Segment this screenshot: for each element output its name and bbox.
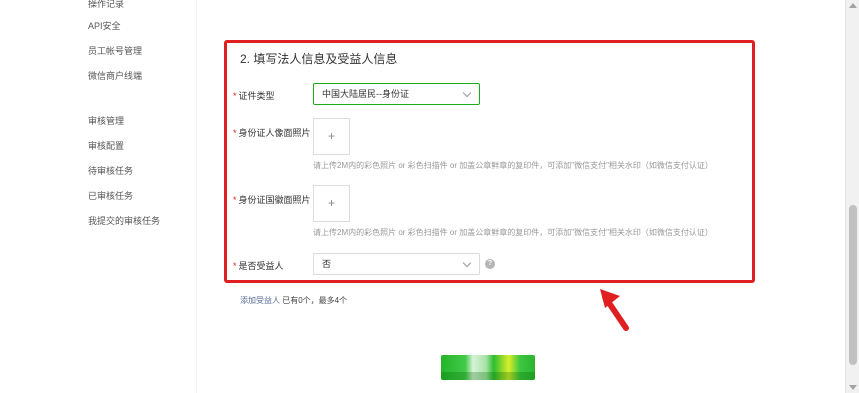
scroll-up-icon[interactable]	[849, 3, 857, 8]
sidebar-item-api-security[interactable]: API安全	[88, 19, 121, 32]
sidebar-item-wechat-merchant[interactable]: 微信商户线端	[88, 69, 142, 82]
scroll-down-icon[interactable]	[849, 385, 857, 390]
sidebar-item-my-submitted-tasks[interactable]: 我提交的审核任务	[88, 214, 160, 227]
sidebar-item-operation-log[interactable]: 操作记录	[88, 0, 124, 10]
scrollbar[interactable]	[845, 0, 859, 393]
sidebar-item-reviewed-tasks[interactable]: 已审核任务	[88, 189, 133, 202]
button-shade	[441, 372, 535, 380]
sidebar-item-pending-tasks[interactable]: 待审核任务	[88, 164, 133, 177]
submit-button[interactable]	[441, 355, 535, 380]
scrollbar-thumb[interactable]	[849, 205, 857, 365]
red-arrow-icon	[600, 289, 629, 331]
sidebar-item-staff-accounts[interactable]: 员工帐号管理	[88, 44, 142, 57]
sidebar-item-review-config[interactable]: 审核配置	[88, 139, 124, 152]
sidebar: 操作记录 API安全 员工帐号管理 微信商户线端 审核管理 审核配置 待审核任务…	[0, 0, 196, 393]
beneficiary-count: 已有0个，最多4个	[282, 296, 348, 305]
sidebar-item-review-management[interactable]: 审核管理	[88, 114, 124, 127]
add-beneficiary-link[interactable]: 添加受益人	[240, 296, 280, 305]
highlight-box	[224, 40, 755, 283]
add-beneficiary-row: 添加受益人 已有0个，最多4个	[240, 295, 347, 306]
